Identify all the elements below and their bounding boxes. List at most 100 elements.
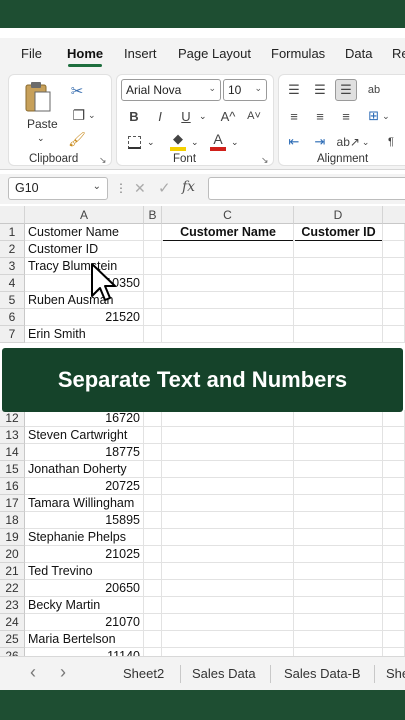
align-top-button[interactable]: ☰ xyxy=(283,79,305,101)
cell-b[interactable] xyxy=(144,614,162,631)
prev-sheet-icon[interactable]: ‹ xyxy=(30,662,36,683)
cell-d[interactable] xyxy=(294,478,383,495)
wrap-text-button[interactable]: ab xyxy=(363,79,385,101)
enter-icon[interactable]: ✓ xyxy=(158,179,171,197)
cell-a[interactable]: 20725 xyxy=(25,478,144,495)
cell-e[interactable] xyxy=(383,495,405,512)
cell-e[interactable] xyxy=(383,326,405,343)
chevron-down-icon[interactable]: ⌄ xyxy=(231,137,239,148)
chevron-down-icon[interactable]: ⌄ xyxy=(147,137,155,148)
cell-b[interactable] xyxy=(144,309,162,326)
row-header[interactable]: 24 xyxy=(0,614,25,631)
copy-button[interactable]: ❐ ⌄ xyxy=(67,105,101,125)
cell-c[interactable] xyxy=(162,614,294,631)
decrease-indent-button[interactable]: ⇤ xyxy=(283,131,305,153)
header-customer-id[interactable]: Customer ID xyxy=(295,224,382,241)
cell-d[interactable] xyxy=(294,648,383,656)
cell-a[interactable]: Maria Bertelson xyxy=(25,631,144,648)
cell-a[interactable]: Steven Cartwright xyxy=(25,427,144,444)
cell-d[interactable] xyxy=(294,275,383,292)
cell-c[interactable] xyxy=(162,529,294,546)
font-name-select[interactable]: Arial Nova ⌄ xyxy=(121,79,221,101)
format-painter-button[interactable]: 🖌 xyxy=(67,129,87,149)
align-right-button[interactable]: ≡ xyxy=(335,105,357,127)
cell-c[interactable] xyxy=(162,427,294,444)
cell-b[interactable] xyxy=(144,597,162,614)
cell-e[interactable] xyxy=(383,529,405,546)
row-header[interactable]: 16 xyxy=(0,478,25,495)
cell-c[interactable] xyxy=(162,648,294,656)
cell-b[interactable] xyxy=(144,631,162,648)
cell-c[interactable] xyxy=(162,275,294,292)
cell-c[interactable] xyxy=(162,546,294,563)
cell-a[interactable]: 21025 xyxy=(25,546,144,563)
cell-d[interactable] xyxy=(294,258,383,275)
cell-d[interactable] xyxy=(294,512,383,529)
cell-b[interactable] xyxy=(144,512,162,529)
cancel-icon[interactable]: ✕ xyxy=(134,180,146,197)
sheet-tab-sheet2[interactable]: Sheet2 xyxy=(123,666,164,681)
cell-c[interactable] xyxy=(162,580,294,597)
cell-a[interactable]: Becky Martin xyxy=(25,597,144,614)
align-center-button[interactable]: ≡ xyxy=(309,105,331,127)
cell-b[interactable] xyxy=(144,495,162,512)
tab-home[interactable]: Home xyxy=(67,46,103,61)
cell-e[interactable] xyxy=(383,512,405,529)
cell-d[interactable] xyxy=(294,326,383,343)
cell-b[interactable] xyxy=(144,292,162,309)
insert-function-icon[interactable]: fx xyxy=(182,179,195,195)
cell-d[interactable] xyxy=(294,444,383,461)
cell-b[interactable] xyxy=(144,224,162,241)
row-header[interactable]: 2 xyxy=(0,241,25,258)
row-header[interactable]: 1 xyxy=(0,224,25,241)
cell-e[interactable] xyxy=(383,478,405,495)
sheet-tab-more[interactable]: She xyxy=(386,666,405,681)
font-color-button[interactable]: A xyxy=(207,129,229,153)
decrease-font-button[interactable]: A˅ xyxy=(243,105,265,127)
row-header[interactable]: 14 xyxy=(0,444,25,461)
cell-d[interactable] xyxy=(294,529,383,546)
cut-button[interactable]: ✂ xyxy=(67,81,87,101)
rtl-button[interactable]: ¶ xyxy=(383,131,399,153)
cell-e[interactable] xyxy=(383,563,405,580)
cell-c[interactable] xyxy=(162,461,294,478)
cell-d[interactable] xyxy=(294,309,383,326)
paste-button[interactable] xyxy=(21,79,55,115)
row-header[interactable]: 4 xyxy=(0,275,25,292)
tab-review[interactable]: Re xyxy=(392,46,405,61)
font-launcher-icon[interactable]: ↘ xyxy=(261,155,269,166)
cell-e[interactable] xyxy=(383,580,405,597)
increase-font-button[interactable]: A^ xyxy=(217,105,239,127)
cell-a[interactable]: Stephanie Phelps xyxy=(25,529,144,546)
cell-c[interactable] xyxy=(162,444,294,461)
cell-b[interactable] xyxy=(144,529,162,546)
cell-e[interactable] xyxy=(383,292,405,309)
tab-file[interactable]: File xyxy=(21,46,42,61)
cell-a[interactable]: 20650 xyxy=(25,580,144,597)
cell-b[interactable] xyxy=(144,461,162,478)
cell-a[interactable]: 21070 xyxy=(25,614,144,631)
cell-a[interactable]: 15895 xyxy=(25,512,144,529)
cell-e[interactable] xyxy=(383,546,405,563)
cell-a[interactable]: 11140 xyxy=(25,648,144,656)
row-header[interactable]: 3 xyxy=(0,258,25,275)
row-header[interactable]: 25 xyxy=(0,631,25,648)
header-customer-name[interactable]: Customer Name xyxy=(163,224,293,241)
cell-b[interactable] xyxy=(144,258,162,275)
cell-e[interactable] xyxy=(383,444,405,461)
cell-e[interactable] xyxy=(383,275,405,292)
cell-e[interactable] xyxy=(383,410,405,427)
cell-e[interactable] xyxy=(383,224,405,241)
cell-c[interactable] xyxy=(162,495,294,512)
column-header-b[interactable]: B xyxy=(144,206,162,224)
cell-e[interactable] xyxy=(383,309,405,326)
align-left-button[interactable]: ≡ xyxy=(283,105,305,127)
row-header[interactable]: 26 xyxy=(0,648,25,656)
cell-e[interactable] xyxy=(383,631,405,648)
cell-b[interactable] xyxy=(144,326,162,343)
column-header-d[interactable]: D xyxy=(294,206,383,224)
paste-dropdown-icon[interactable]: ⌄ xyxy=(37,133,45,144)
name-box[interactable]: G10 ⌄ xyxy=(8,177,108,200)
column-header-c[interactable]: C xyxy=(162,206,294,224)
next-sheet-icon[interactable]: › xyxy=(60,662,66,683)
